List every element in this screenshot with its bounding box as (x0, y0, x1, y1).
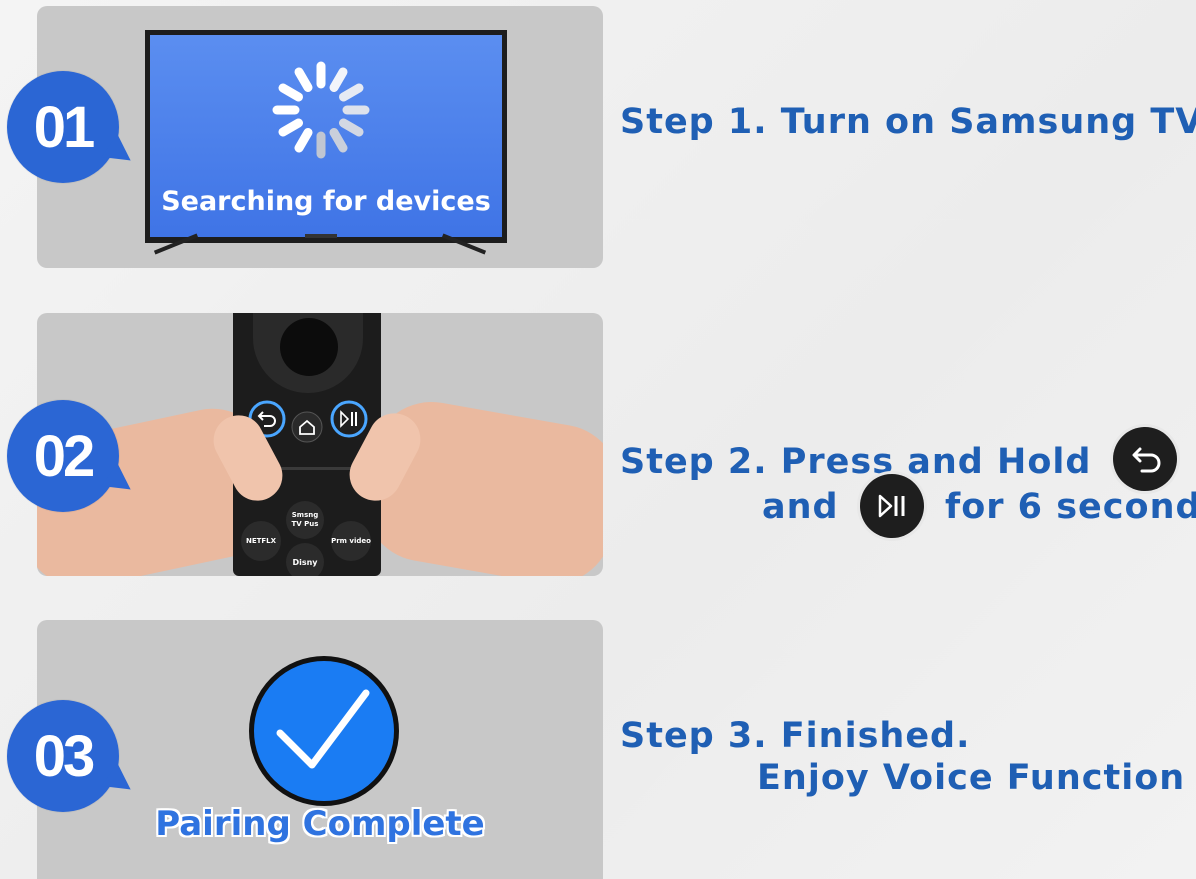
remote-center-button (280, 318, 338, 376)
check-circle (249, 656, 399, 806)
remote-label-tvplus: Smsng TV Pus (291, 511, 319, 528)
home-icon (291, 411, 323, 443)
remote-label-netflix: NETFLX (245, 537, 277, 545)
step2-text-line2: and for 6 seconds (762, 474, 1196, 540)
step-badge-01: 01 (7, 71, 119, 183)
remote-label-disney: Disny (292, 557, 318, 567)
tv-status-text: Searching for devices (161, 186, 491, 217)
step-badge-03: 03 (7, 700, 119, 812)
play-pause-icon (330, 400, 368, 438)
remote-label-prime: Prm video (331, 536, 371, 545)
remote-btn-tvplus: Smsng TV Pus (286, 501, 324, 539)
step3-text-line2: Enjoy Voice Function (757, 758, 1186, 798)
badge-number: 03 (33, 723, 95, 789)
tv-screen: Searching for devices (145, 30, 507, 243)
step2-panel: Smsng TV Pus NETFLX Prm video Disny (37, 313, 603, 576)
remote-btn-disney: Disny (286, 543, 324, 576)
remote-btn-netflix: NETFLX (241, 521, 281, 561)
step-badge-02: 02 (7, 400, 119, 512)
step2-line2-and: and (762, 487, 839, 527)
play-pause-icon (878, 494, 905, 518)
remote-btn-prime: Prm video (331, 521, 371, 561)
step1-text: Step 1. Turn on Samsung TV (620, 102, 1196, 142)
badge-number: 01 (33, 94, 95, 160)
play-pause-button-illustration (859, 474, 924, 538)
step2-line2-duration: for 6 seconds (944, 487, 1196, 527)
pairing-complete-text: Pairing Complete (155, 804, 485, 844)
checkmark-icon (276, 689, 370, 769)
step3-text-line1: Step 3. Finished. (620, 716, 971, 756)
badge-number: 02 (33, 423, 95, 489)
tv-base (305, 234, 337, 238)
step3-panel: Pairing Complete (37, 620, 603, 879)
